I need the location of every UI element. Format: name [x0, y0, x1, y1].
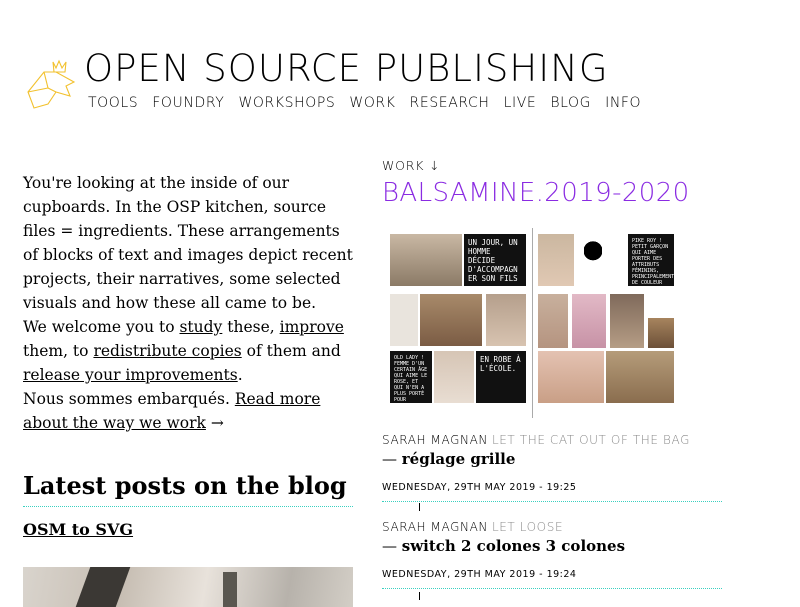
photo-figure [420, 294, 482, 346]
intro-text-fragment: them, to [23, 342, 94, 360]
photo-silhouette [584, 240, 602, 276]
photo-figure [572, 294, 606, 348]
nav-info[interactable]: INFO [605, 95, 641, 111]
nav-work[interactable]: WORK [349, 95, 395, 111]
photo-room [648, 318, 674, 348]
text-box-1: UN JOUR, UN HOMME DÉCIDE D'ACCOMPAGN ER … [464, 234, 526, 286]
photo-figure [610, 294, 644, 348]
main-nav: TOOLS FOUNDRY WORKSHOPS WORK RESEARCH LI… [88, 95, 655, 111]
thumbnail-shape [223, 572, 237, 607]
nav-tools[interactable]: TOOLS [88, 95, 138, 111]
release-improvements-link[interactable]: release your improvements [23, 366, 238, 384]
improve-link[interactable]: improve [280, 318, 344, 336]
osp-logo-icon[interactable] [26, 58, 76, 110]
work-section-label[interactable]: WORK ↓ [382, 158, 440, 173]
commit-date: WEDNESDAY, 29TH MAY 2019 - 19:24 [382, 569, 577, 580]
photo-figure [390, 294, 418, 346]
thumbnail-shape [75, 567, 131, 607]
work-project-title[interactable]: BALSAMINE.2019-2020 [382, 178, 690, 208]
nav-blog[interactable]: BLOG [550, 95, 591, 111]
timeline-tick [419, 503, 420, 511]
intro-paragraph-3: Nous sommes embarqués. Read more about t… [23, 387, 353, 435]
photo-dollhouse [538, 351, 604, 403]
commit-message-text: réglage grille [401, 450, 516, 468]
photo-child [538, 234, 574, 286]
nav-foundry[interactable]: FOUNDRY [152, 95, 224, 111]
commit-message-text: switch 2 colones 3 colones [401, 537, 626, 555]
photo-dancer [434, 351, 474, 403]
photo-interior [606, 351, 674, 403]
intro-text: You're looking at the inside of our cupb… [23, 171, 353, 435]
intro-text-fragment: these, [222, 318, 280, 336]
commit-author-name: SARAH MAGNAN [382, 520, 488, 534]
commit-item[interactable]: SARAH MAGNAN LET LOOSE — switch 2 colones… [382, 520, 722, 589]
arrow-right-icon: → [205, 414, 224, 432]
text-box-2: PIKE ROY ! PETIT GARÇON QUI AIME PORTER … [628, 234, 674, 292]
work-project-visual[interactable]: UN JOUR, UN HOMME DÉCIDE D'ACCOMPAGN ER … [384, 228, 684, 418]
latest-posts-heading: Latest posts on the blog [23, 466, 353, 507]
commit-repo[interactable]: LET LOOSE [492, 520, 563, 534]
intro-text-fragment: . [237, 366, 243, 384]
intro-text-fragment: We welcome you to [23, 318, 180, 336]
commit-dash: — [382, 450, 402, 468]
text-box-4: EN ROBE À L'ÉCOLE. [476, 351, 526, 403]
photo-figure [538, 294, 568, 348]
intro-text-fragment: Nous sommes embarqués. [23, 390, 235, 408]
nav-research[interactable]: RESEARCH [410, 95, 490, 111]
study-link[interactable]: study [179, 318, 222, 336]
nav-workshops[interactable]: WORKSHOPS [238, 95, 335, 111]
text-box-3: OLD LADY ! FEMME D'UN CERTAIN ÂGE QUI AI… [390, 351, 432, 409]
commit-message: — switch 2 colones 3 colones [382, 537, 722, 555]
commit-date: WEDNESDAY, 29TH MAY 2019 - 19:25 [382, 482, 577, 493]
nav-live[interactable]: LIVE [504, 95, 537, 111]
blog-post-thumbnail[interactable] [23, 567, 353, 607]
commit-author: SARAH MAGNAN LET THE CAT OUT OF THE BAG [382, 433, 722, 447]
commit-dash: — [382, 537, 402, 555]
commit-author-name: SARAH MAGNAN [382, 433, 488, 447]
blog-post-link[interactable]: OSM to SVG [23, 520, 133, 539]
intro-paragraph-2: We welcome you to study these, improve t… [23, 315, 353, 387]
commit-repo[interactable]: LET THE CAT OUT OF THE BAG [492, 433, 690, 447]
intro-text-fragment: of them and [241, 342, 341, 360]
intro-paragraph-1: You're looking at the inside of our cupb… [23, 174, 353, 312]
commit-item[interactable]: SARAH MAGNAN LET THE CAT OUT OF THE BAG —… [382, 433, 722, 502]
commit-author: SARAH MAGNAN LET LOOSE [382, 520, 722, 534]
photo-room [390, 234, 462, 286]
photo-figure [486, 294, 526, 346]
commit-message: — réglage grille [382, 450, 722, 468]
site-title[interactable]: OPEN SOURCE PUBLISHING [84, 50, 609, 87]
redistribute-copies-link[interactable]: redistribute copies [93, 342, 241, 360]
timeline-tick [419, 592, 420, 600]
visual-divider [532, 228, 533, 418]
